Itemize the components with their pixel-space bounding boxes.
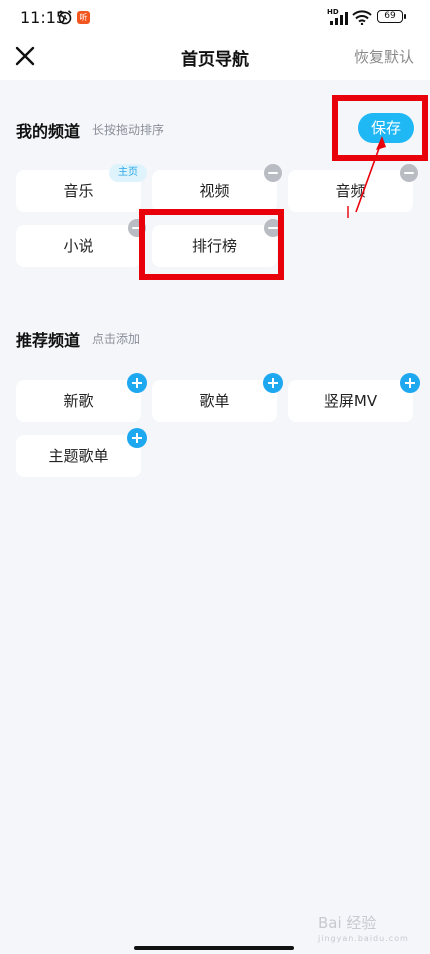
status-bar: 11:15 听 HD 69 [0, 0, 430, 34]
home-badge: 主页 [109, 164, 147, 182]
battery-icon: 69 [377, 10, 406, 23]
app-notification-icon: 听 [77, 11, 90, 24]
wifi-icon [352, 10, 372, 25]
recommended-title: 推荐频道 [16, 331, 81, 350]
restore-default-button[interactable]: 恢复默认 [354, 46, 414, 67]
watermark-logo: Bai 经验 [318, 914, 377, 932]
add-icon[interactable] [263, 373, 283, 393]
recommend-chip-theme-playlist[interactable]: 主题歌单 [16, 435, 141, 477]
channel-chip-novel[interactable]: 小说 [16, 225, 141, 267]
highlight-box-ranking [139, 209, 284, 280]
add-icon[interactable] [127, 373, 147, 393]
recommend-chip-new-songs[interactable]: 新歌 [16, 380, 141, 422]
my-channels-title: 我的频道 [16, 122, 81, 141]
recommended-hint: 点击添加 [92, 332, 141, 346]
watermark-url: jingyan.baidu.com [318, 934, 409, 943]
nav-bar: 首页导航 恢复默认 [0, 34, 430, 80]
add-icon[interactable] [127, 428, 147, 448]
alarm-clock-icon [58, 10, 72, 25]
signal-icon [330, 12, 348, 25]
remove-icon[interactable] [264, 164, 282, 182]
home-indicator[interactable] [134, 946, 294, 950]
recommend-chip-playlist[interactable]: 歌单 [152, 380, 277, 422]
remove-icon[interactable] [400, 164, 418, 182]
my-channels-hint: 长按拖动排序 [92, 123, 165, 137]
recommend-chip-vertical-mv[interactable]: 竖屏MV [288, 380, 413, 422]
annotation-arrow [347, 136, 386, 218]
channel-chip-video[interactable]: 视频 [152, 170, 277, 212]
add-icon[interactable] [400, 373, 420, 393]
